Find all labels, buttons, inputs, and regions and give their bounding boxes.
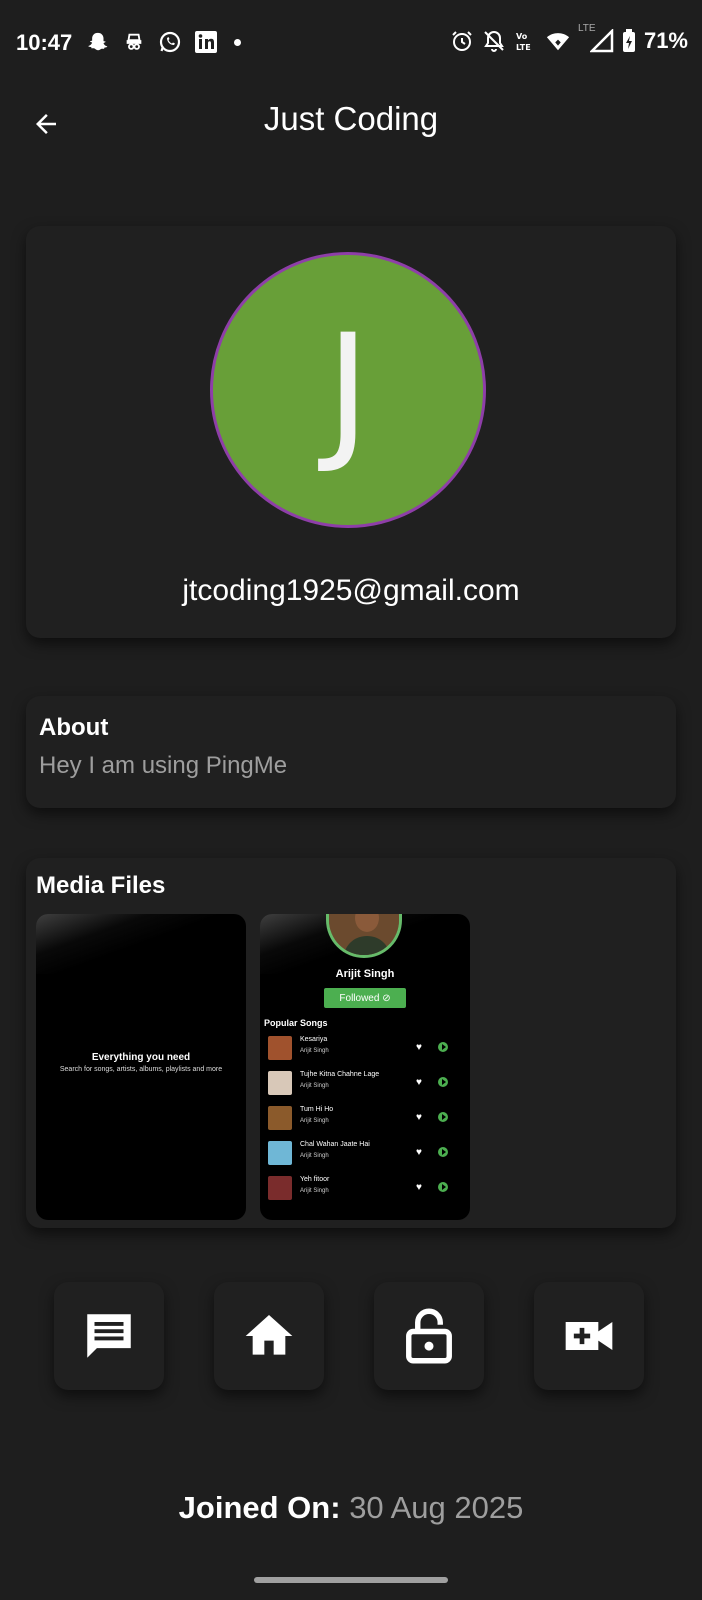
about-card[interactable]: About Hey I am using PingMe	[26, 696, 676, 808]
about-text: Hey I am using PingMe	[39, 752, 288, 779]
dot-icon	[234, 38, 241, 46]
play-icon	[438, 1077, 448, 1087]
chat-button[interactable]	[54, 1282, 164, 1390]
heart-icon: ♥	[416, 1112, 422, 1123]
song-artist: Arijit Singh	[300, 1048, 329, 1054]
app-bar: Just Coding	[0, 90, 702, 150]
song-name: Yeh fitoor	[300, 1176, 330, 1183]
song-art	[268, 1176, 292, 1200]
network-type-label: LTE	[577, 23, 596, 34]
song-name: Kesariya	[300, 1036, 328, 1043]
lock-open-icon	[406, 1308, 452, 1364]
about-title: About	[39, 714, 109, 741]
video-call-add-icon	[565, 1322, 613, 1350]
thumbnail-subtitle: Search for songs, artists, albums, playl…	[59, 1066, 223, 1073]
song-artist: Arijit Singh	[300, 1083, 329, 1089]
song-row: Tum Hi Ho Arijit Singh ♥	[266, 1104, 464, 1132]
heart-icon: ♥	[416, 1042, 422, 1053]
media-thumbnail[interactable]: Everything you need Search for songs, ar…	[36, 914, 246, 1220]
incognito-icon	[122, 30, 146, 54]
song-art	[268, 1071, 292, 1095]
thumbnail-shine	[36, 914, 246, 974]
song-artist: Arijit Singh	[300, 1188, 329, 1194]
song-row: Chal Wahan Jaate Hai Arijit Singh ♥	[266, 1139, 464, 1167]
page-title: Just Coding	[263, 100, 439, 137]
artist-name: Arijit Singh	[335, 968, 395, 980]
heart-icon: ♥	[416, 1147, 422, 1158]
svg-text:Vo: Vo	[516, 32, 528, 41]
joined-date: 30 Aug 2025	[349, 1490, 524, 1525]
song-row: Yeh fitoor Arijit Singh ♥	[266, 1174, 464, 1202]
gesture-nav-handle[interactable]	[254, 1577, 448, 1583]
status-left-icons	[86, 30, 241, 54]
video-call-button[interactable]	[534, 1282, 644, 1390]
profile-card: J jtcoding1925@gmail.com	[26, 226, 676, 638]
thumbnail-title: Everything you need	[91, 1052, 191, 1063]
signal-icon: LTE	[578, 23, 614, 53]
battery-percent: 71%	[643, 28, 688, 53]
joined-on: Joined On: 30 Aug 2025	[0, 1490, 702, 1526]
heart-icon: ♥	[416, 1182, 422, 1193]
status-time: 10:47	[16, 30, 73, 55]
avatar-letter: J	[325, 303, 371, 477]
media-thumbnail[interactable]: Arijit Singh Followed ⊘ Popular Songs Ke…	[260, 914, 470, 1220]
snapchat-icon	[86, 30, 110, 54]
song-art	[268, 1106, 292, 1130]
followed-button: Followed ⊘	[324, 988, 406, 1008]
chat-icon	[87, 1314, 131, 1358]
heart-icon: ♥	[416, 1077, 422, 1088]
play-icon	[438, 1182, 448, 1192]
profile-email: jtcoding1925@gmail.com	[182, 574, 520, 607]
alarm-icon	[450, 29, 474, 53]
status-right-icons: Vo LTE LTE 71%	[450, 23, 688, 54]
song-name: Tum Hi Ho	[300, 1106, 334, 1113]
song-artist: Arijit Singh	[300, 1153, 329, 1159]
svg-text:LTE: LTE	[516, 43, 531, 52]
play-icon	[438, 1112, 448, 1122]
song-row: Tujhe Kitna Chahne Lage Arijit Singh ♥	[266, 1069, 464, 1097]
home-icon	[245, 1315, 293, 1355]
status-bar: 10:47 Vo LTE LTE 71%	[0, 0, 702, 88]
song-name: Tujhe Kitna Chahne Lage	[300, 1071, 380, 1078]
play-icon	[438, 1042, 448, 1052]
linkedin-icon	[194, 30, 218, 54]
song-row: Kesariya Arijit Singh ♥	[266, 1034, 464, 1062]
media-files-card: Media Files Everything you need Search f…	[26, 858, 676, 1228]
song-art	[268, 1036, 292, 1060]
joined-label: Joined On:	[178, 1490, 341, 1525]
popular-songs-title: Popular Songs	[264, 1018, 328, 1028]
play-icon	[438, 1147, 448, 1157]
lock-button[interactable]	[374, 1282, 484, 1390]
song-name: Chal Wahan Jaate Hai	[300, 1141, 370, 1148]
avatar[interactable]: J	[210, 252, 486, 528]
media-files-title: Media Files	[36, 872, 166, 899]
battery-icon	[622, 29, 636, 53]
wifi-icon	[546, 29, 570, 53]
volte-icon: Vo LTE	[514, 29, 538, 53]
song-art	[268, 1141, 292, 1165]
whatsapp-icon	[158, 30, 182, 54]
notifications-off-icon	[482, 29, 506, 53]
home-button[interactable]	[214, 1282, 324, 1390]
song-artist: Arijit Singh	[300, 1118, 329, 1124]
